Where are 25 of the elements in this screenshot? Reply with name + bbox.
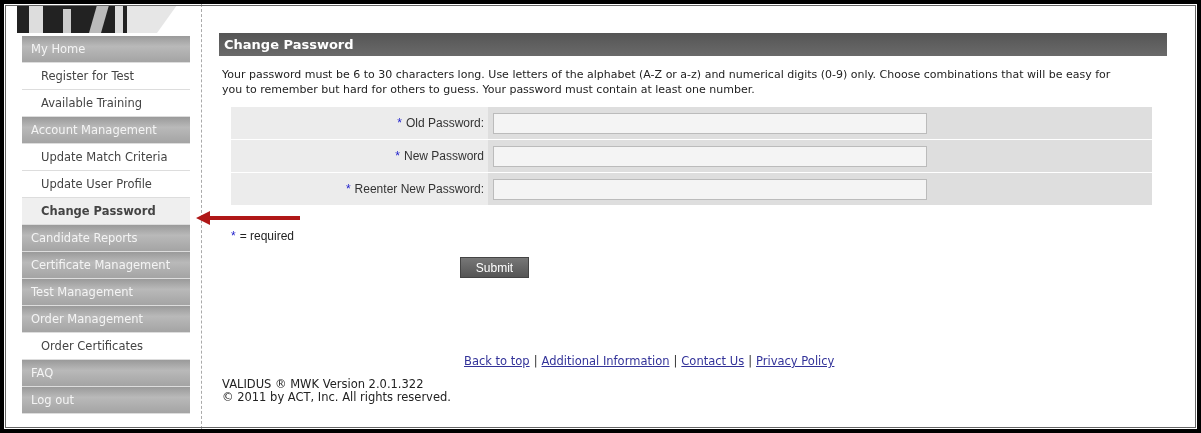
required-asterisk: * [345,182,351,196]
password-field[interactable] [493,178,927,200]
legend-text: = required [239,229,295,243]
version-text: VALIDUS ® MWK Version 2.0.1.322 [222,378,425,391]
footer-link[interactable]: Additional Information [541,354,670,368]
submit-button[interactable]: Submit [460,257,529,278]
password-field[interactable] [493,145,927,167]
footer-link[interactable]: Back to top [464,354,530,368]
field-label: Reenter New Password: [354,182,484,196]
sidebar-item[interactable]: Change Password [22,198,190,225]
required-asterisk: * [395,149,400,163]
password-field[interactable] [493,112,927,134]
required-asterisk: * [231,229,236,243]
required-asterisk: * [397,116,402,130]
link-separator: | [748,354,753,368]
arrow-icon [194,208,302,228]
footer-link[interactable]: Contact Us [681,354,745,368]
link-separator: | [533,354,538,368]
link-separator: | [673,354,678,368]
page-title: Change Password [219,33,1167,56]
field-label: Old Password: [405,116,484,130]
instructions-text: Your password must be 6 to 30 characters long. Use letters of the alphabet (A-Z or a-z) and numerical digits (0-9) only. Choose combinations that will be easy for you to remember but hard for others to guess. Your password must contain at least one number. [222,67,1112,97]
footer-link[interactable]: Privacy Policy [756,354,835,368]
field-label: New Password [403,149,484,163]
copyright-text: © 2011 by ACT, Inc. All rights reserved. [222,391,452,404]
